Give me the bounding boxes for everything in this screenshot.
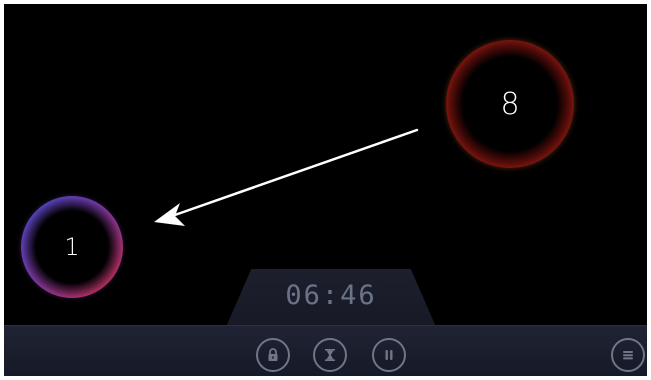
pause-button[interactable] <box>372 338 406 372</box>
game-screen: 8 1 06:46 <box>4 4 647 376</box>
ball-8-label: 8 <box>500 86 520 122</box>
hourglass-button[interactable] <box>313 338 347 372</box>
menu-button[interactable] <box>611 338 645 372</box>
hourglass-icon <box>325 349 335 361</box>
timer-display: 06:46 <box>285 280 377 311</box>
lock-button[interactable] <box>256 338 290 372</box>
menu-icon <box>623 351 633 360</box>
ball-8[interactable]: 8 <box>446 40 574 168</box>
ball-1[interactable]: 1 <box>21 196 123 298</box>
ball-1-label: 1 <box>64 233 80 261</box>
lock-icon <box>268 348 278 361</box>
pause-icon <box>385 350 393 360</box>
